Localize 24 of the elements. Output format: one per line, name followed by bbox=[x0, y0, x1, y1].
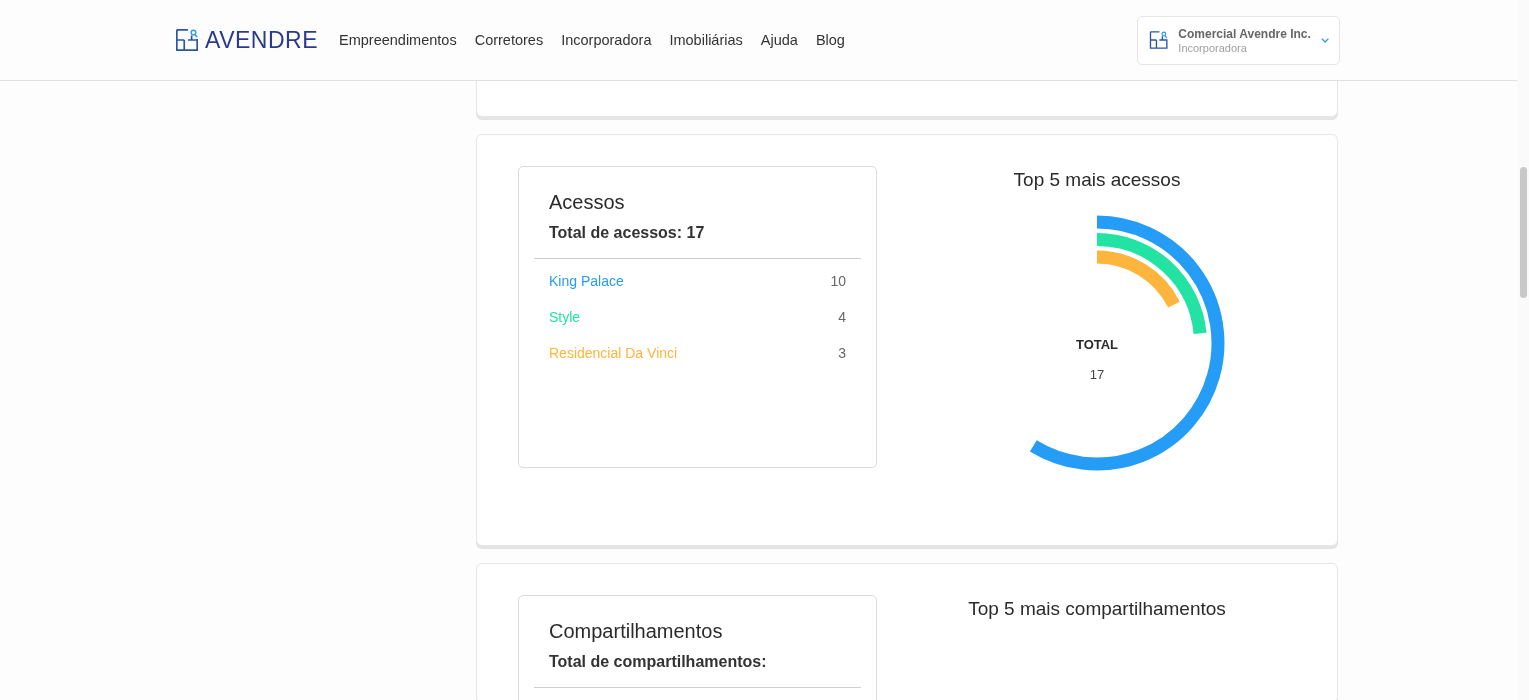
nav-link[interactable]: Corretores bbox=[474, 32, 544, 48]
chart-center-value: 17 bbox=[1088, 367, 1106, 382]
nav-link[interactable]: Blog bbox=[815, 32, 845, 48]
nav-link[interactable]: Ajuda bbox=[760, 32, 798, 48]
chart-title: Top 5 mais compartilhamentos bbox=[968, 598, 1226, 620]
item-count: 10 bbox=[830, 273, 846, 289]
item-count: 4 bbox=[838, 309, 846, 325]
panel-title: Compartilhamentos bbox=[549, 620, 724, 643]
scrollbar-thumb[interactable] bbox=[1520, 167, 1527, 298]
total-label: Total de compartilhamentos: bbox=[549, 653, 768, 671]
nav-link[interactable]: Imobiliárias bbox=[669, 32, 743, 48]
nav-link[interactable]: Incorporadora bbox=[561, 32, 652, 48]
account-name: Comercial Avendre Inc. bbox=[1178, 26, 1311, 41]
brand-logo[interactable]: AVENDRE bbox=[175, 26, 318, 54]
chevron-down-icon bbox=[1320, 36, 1329, 44]
chart-center-label: TOTAL bbox=[1074, 337, 1120, 352]
panel-title: Acessos bbox=[549, 191, 626, 214]
floor-plan-icon bbox=[175, 28, 199, 52]
item-count: 3 bbox=[838, 345, 846, 361]
account-selector[interactable]: Comercial Avendre Inc. Incorporadora bbox=[1137, 15, 1340, 65]
chart-title: Top 5 mais acessos bbox=[1013, 169, 1181, 191]
account-role: Incorporadora bbox=[1178, 41, 1248, 54]
nav-link[interactable]: Empreendimentos bbox=[339, 32, 457, 48]
total-label: Total de acessos: 17 bbox=[549, 224, 706, 242]
